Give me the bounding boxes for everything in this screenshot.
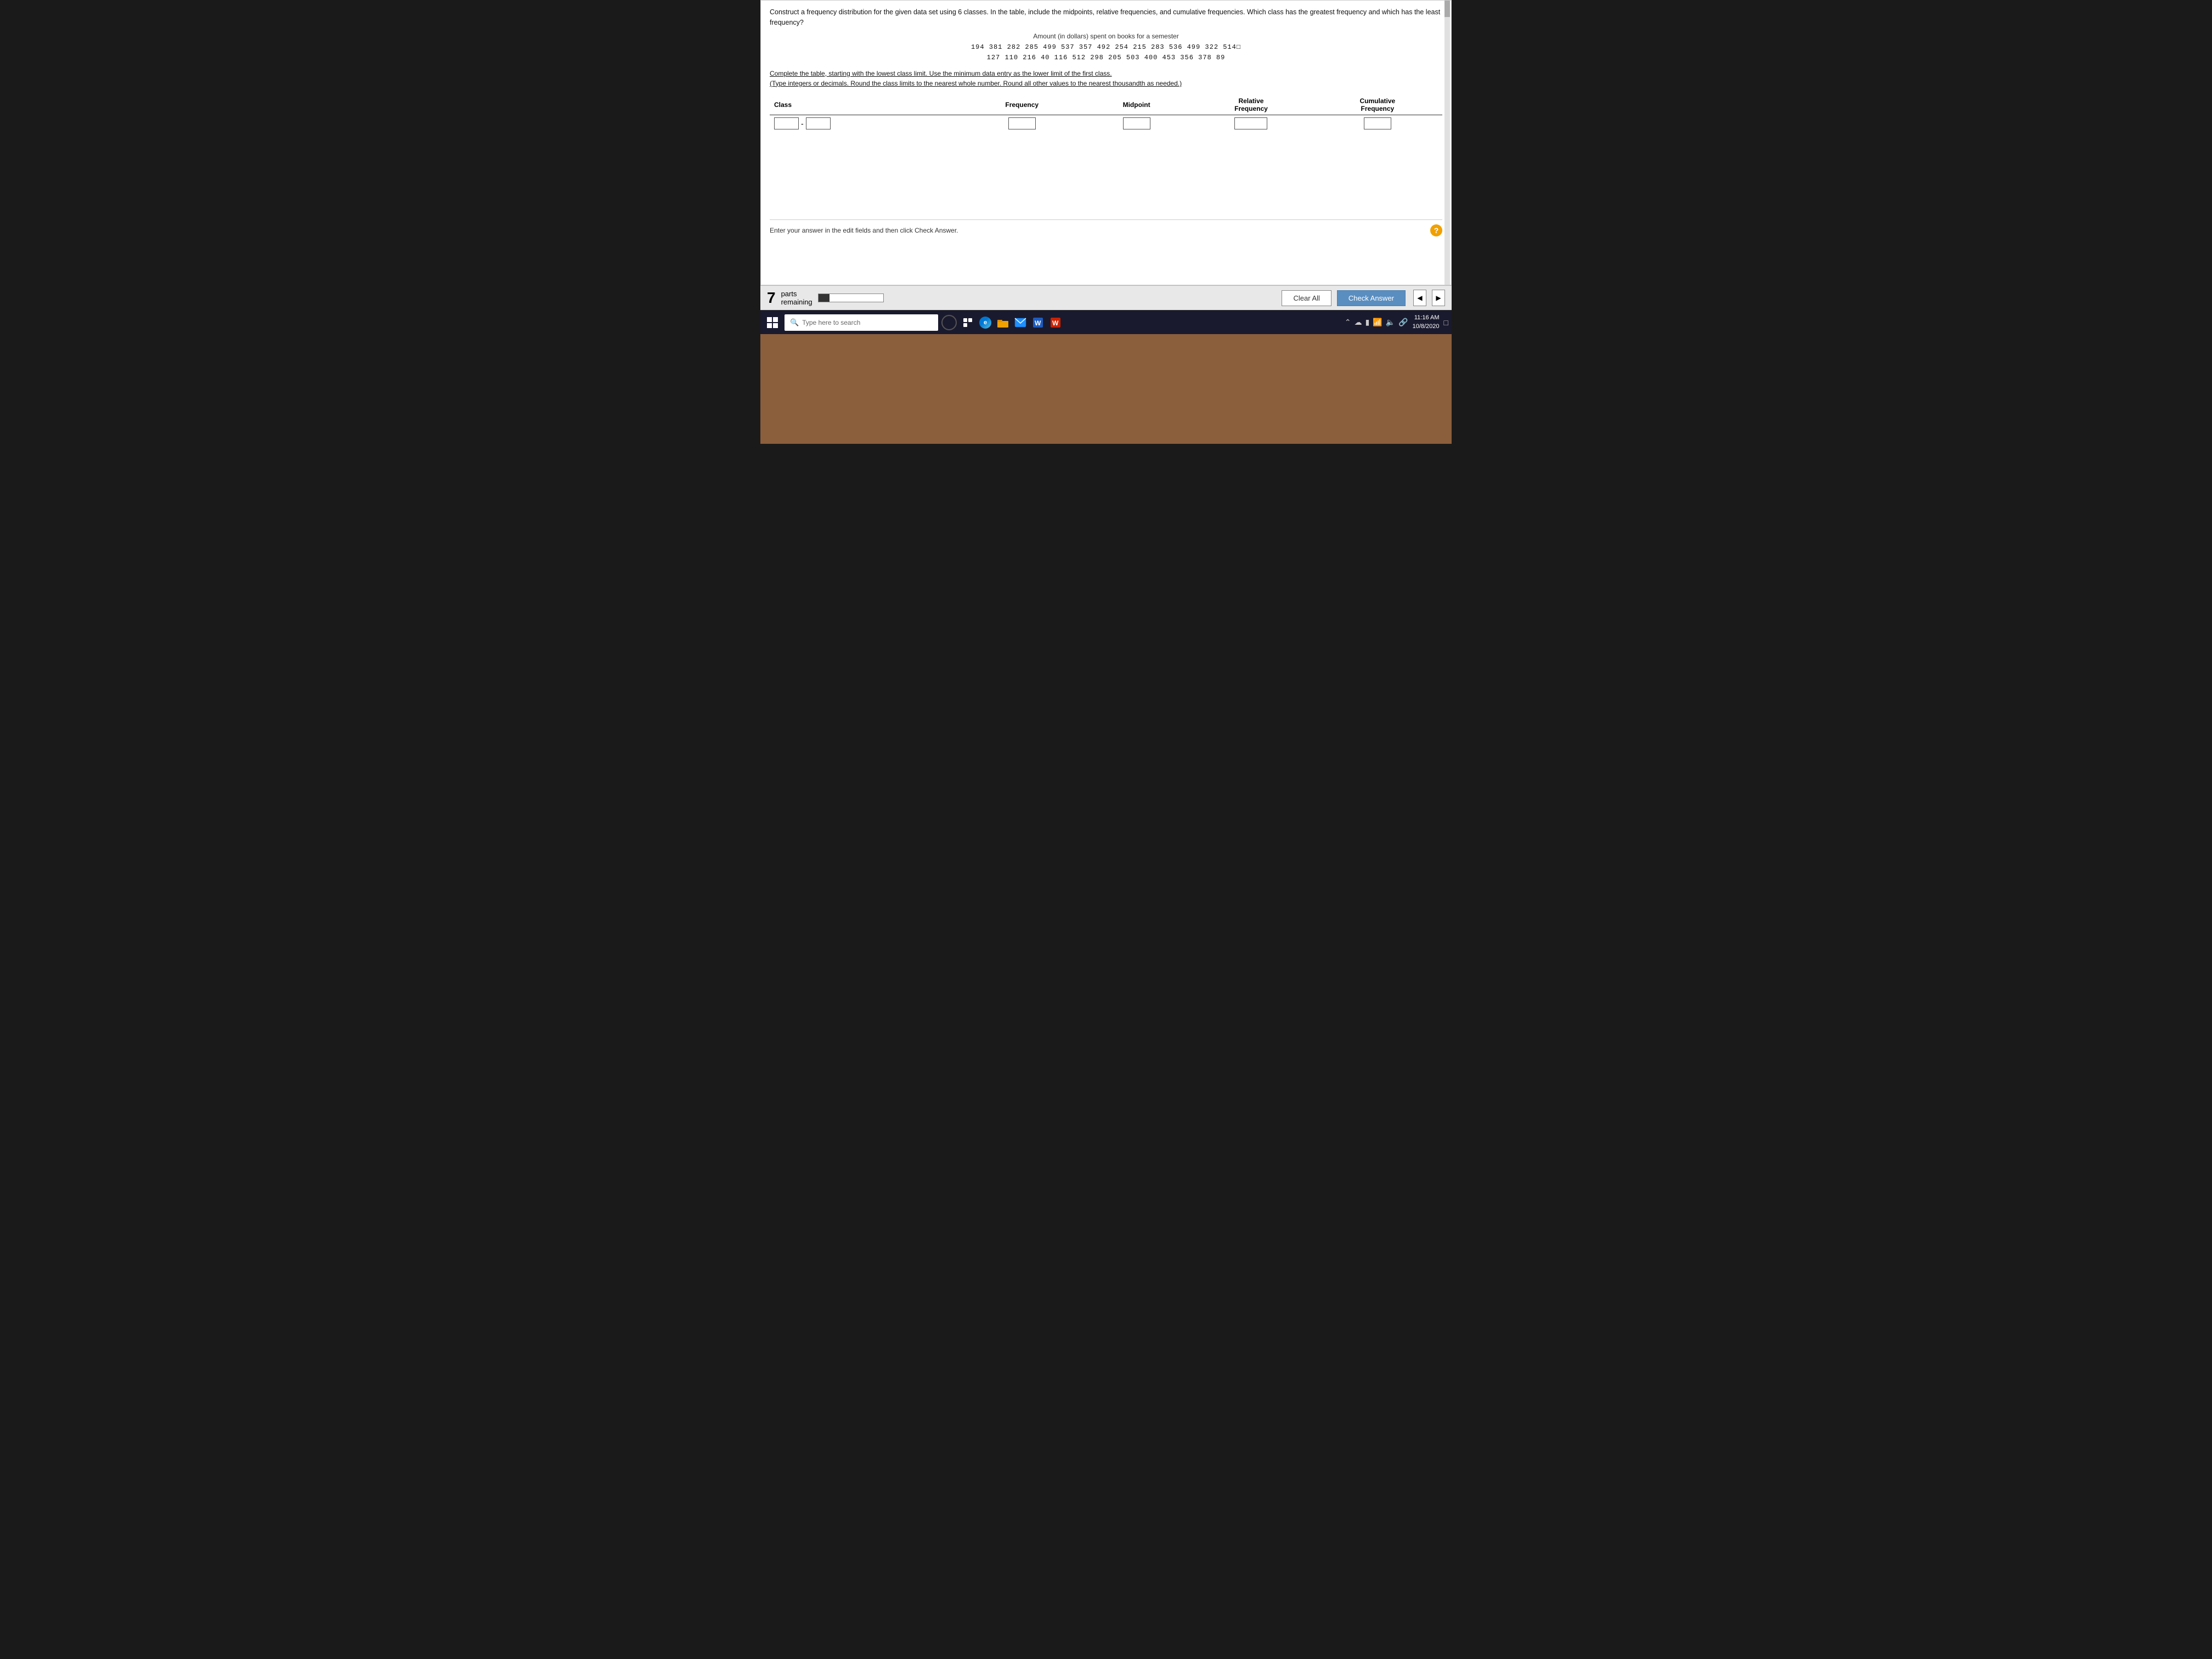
col-header-frequency: Frequency bbox=[960, 95, 1084, 115]
tray-cloud-icon[interactable]: ☁ bbox=[1355, 318, 1362, 327]
col-header-relative-freq: Relative Frequency bbox=[1189, 95, 1313, 115]
edge-icon[interactable]: e bbox=[978, 315, 993, 330]
windows-icon bbox=[767, 317, 778, 328]
task-view-button[interactable] bbox=[941, 315, 957, 330]
cumulative-freq-cell bbox=[1313, 115, 1442, 132]
check-answer-button[interactable]: Check Answer bbox=[1337, 290, 1406, 306]
tray-wifi-icon[interactable]: 📶 bbox=[1373, 318, 1382, 327]
prev-button[interactable]: ◀ bbox=[1413, 290, 1426, 306]
start-button[interactable] bbox=[764, 314, 781, 331]
midpoint-cell bbox=[1084, 115, 1189, 132]
relative-freq-cell bbox=[1189, 115, 1313, 132]
tray-icons: ⌃ ☁ ▮ 📶 🔈 🔗 bbox=[1345, 318, 1408, 327]
parts-number: 7 bbox=[767, 289, 776, 307]
office-icon[interactable]: W bbox=[1048, 315, 1063, 330]
desktop-area bbox=[760, 334, 1452, 444]
table-row bbox=[770, 198, 1442, 214]
question-footer: Enter your answer in the edit fields and… bbox=[770, 219, 1442, 241]
table-row bbox=[770, 148, 1442, 165]
table-row bbox=[770, 132, 1442, 148]
notification-icon[interactable]: □ bbox=[1444, 318, 1448, 327]
progress-bar bbox=[818, 294, 884, 302]
tray-chevron-icon[interactable]: ⌃ bbox=[1345, 318, 1351, 327]
taskbar: 🔍 Type here to search e bbox=[760, 310, 1452, 334]
tray-network-icon[interactable]: ▮ bbox=[1365, 318, 1370, 327]
class-lower-input[interactable] bbox=[774, 117, 799, 129]
data-section: Amount (in dollars) spent on books for a… bbox=[770, 32, 1442, 63]
data-title: Amount (in dollars) spent on books for a… bbox=[770, 32, 1442, 40]
tray-speaker-icon[interactable]: 🔈 bbox=[1386, 318, 1395, 327]
edge-logo: e bbox=[979, 317, 991, 329]
frequency-input[interactable] bbox=[1008, 117, 1036, 129]
table-row bbox=[770, 165, 1442, 181]
system-tray: ⌃ ☁ ▮ 📶 🔈 🔗 11:16 AM 10/8/2020 □ bbox=[1345, 314, 1448, 331]
svg-text:W: W bbox=[1052, 319, 1059, 327]
time-block[interactable]: 11:16 AM 10/8/2020 bbox=[1413, 314, 1440, 331]
table-row: - bbox=[770, 115, 1442, 132]
parts-label: parts remaining bbox=[781, 290, 812, 306]
col-header-midpoint: Midpoint bbox=[1084, 95, 1189, 115]
table-row bbox=[770, 181, 1442, 198]
data-row-2: 127 110 216 40 116 512 298 205 503 400 4… bbox=[770, 53, 1442, 63]
search-input-text: Type here to search bbox=[802, 319, 860, 326]
clock-date: 10/8/2020 bbox=[1413, 323, 1440, 331]
relative-freq-input[interactable] bbox=[1234, 117, 1267, 129]
mail-icon[interactable] bbox=[1013, 315, 1028, 330]
tray-share-icon[interactable]: 🔗 bbox=[1398, 318, 1408, 327]
col-header-cumulative-freq: Cumulative Frequency bbox=[1313, 95, 1442, 115]
class-upper-input[interactable] bbox=[806, 117, 831, 129]
data-row-1: 194 381 282 285 499 537 357 492 254 215 … bbox=[770, 42, 1442, 53]
frequency-cell bbox=[960, 115, 1084, 132]
search-bar[interactable]: 🔍 Type here to search bbox=[785, 314, 938, 331]
clock-time: 11:16 AM bbox=[1413, 314, 1440, 322]
col-header-class: Class bbox=[770, 95, 960, 115]
taskview-icon[interactable] bbox=[960, 315, 975, 330]
help-button[interactable]: ? bbox=[1430, 224, 1442, 236]
instructions: Complete the table, starting with the lo… bbox=[770, 69, 1442, 88]
cumulative-freq-input[interactable] bbox=[1364, 117, 1391, 129]
progress-bar-fill bbox=[819, 294, 830, 302]
file-explorer-icon[interactable] bbox=[995, 315, 1011, 330]
clear-all-button[interactable]: Clear All bbox=[1282, 290, 1331, 306]
svg-text:W: W bbox=[1035, 319, 1041, 327]
next-button[interactable]: ▶ bbox=[1432, 290, 1445, 306]
word-icon[interactable]: W bbox=[1030, 315, 1046, 330]
question-text: Construct a frequency distribution for t… bbox=[770, 7, 1442, 28]
taskbar-icons: e W bbox=[960, 315, 1063, 330]
frequency-table: Class Frequency Midpoint Relative Freque… bbox=[770, 95, 1442, 214]
class-cell: - bbox=[770, 115, 960, 132]
search-icon: 🔍 bbox=[790, 318, 799, 327]
parts-bar: 7 parts remaining Clear All Check Answer… bbox=[760, 285, 1452, 310]
midpoint-input[interactable] bbox=[1123, 117, 1150, 129]
footer-text: Enter your answer in the edit fields and… bbox=[770, 227, 958, 234]
